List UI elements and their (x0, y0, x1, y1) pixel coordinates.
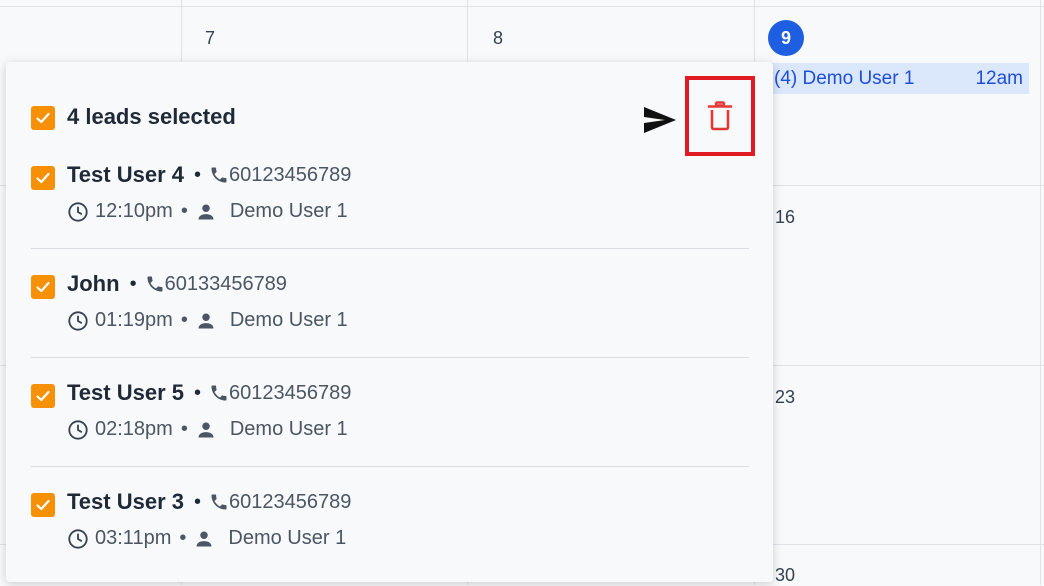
lead-time: 02:18pm (95, 418, 173, 440)
person-icon (198, 313, 214, 328)
grid-line (1040, 0, 1041, 585)
divider (31, 466, 749, 467)
bullet-separator: • (180, 309, 188, 331)
clock-icon (68, 310, 88, 331)
person-icon (198, 422, 214, 437)
lead-owner: Demo User 1 (229, 200, 348, 222)
lead-checkbox[interactable] (31, 275, 55, 299)
send-icon (644, 107, 676, 133)
lead-phone-number: 60133456789 (164, 272, 287, 295)
lead-item[interactable]: Test User 3 • 60123456789 03:11pm • Demo… (6, 477, 773, 586)
lead-phone-number: 60123456789 (229, 490, 352, 513)
day-number-16[interactable]: 16 (775, 207, 795, 228)
check-icon (36, 281, 50, 293)
lead-time: 03:11pm (95, 527, 172, 549)
lead-phone[interactable]: 60123456789 (209, 491, 351, 514)
divider (31, 357, 749, 358)
today-badge[interactable]: 9 (768, 20, 804, 56)
check-icon (36, 499, 50, 511)
phone-icon (211, 385, 227, 401)
clock-icon (68, 419, 88, 440)
phone-icon (147, 276, 163, 292)
person-icon (196, 531, 212, 546)
divider (31, 248, 749, 249)
lead-owner: Demo User 1 (229, 418, 348, 440)
calendar-event[interactable]: (4) Demo User 1 12am (770, 63, 1029, 94)
clock-icon (68, 201, 88, 222)
lead-item[interactable]: John • 60133456789 01:19pm • Demo User 1 (6, 259, 773, 368)
lead-name[interactable]: John (67, 271, 120, 297)
lead-time: 01:19pm (95, 309, 173, 331)
lead-phone-number: 60123456789 (229, 163, 352, 186)
check-icon (36, 172, 50, 184)
bullet-separator: • (193, 490, 201, 513)
day-number-8[interactable]: 8 (493, 28, 503, 49)
lead-checkbox[interactable] (31, 166, 55, 190)
phone-icon (211, 494, 227, 510)
selected-count-label: 4 leads selected (67, 104, 236, 129)
lead-name[interactable]: Test User 5 (67, 380, 184, 406)
day-number-23[interactable]: 23 (775, 387, 795, 408)
lead-phone-number: 60123456789 (229, 381, 352, 404)
lead-owner: Demo User 1 (228, 527, 347, 549)
clock-icon (68, 528, 88, 549)
lead-name[interactable]: Test User 3 (67, 489, 184, 515)
day-number-7[interactable]: 7 (205, 28, 215, 49)
event-label: (4) Demo User 1 (774, 68, 915, 89)
select-all-checkbox[interactable] (31, 106, 55, 130)
day-number-30[interactable]: 30 (775, 565, 795, 586)
bullet-separator: • (180, 200, 188, 222)
lead-name[interactable]: Test User 4 (67, 162, 184, 188)
leads-popover: 4 leads selected Test User 4 • 601234567… (6, 62, 773, 582)
send-button[interactable] (640, 102, 680, 138)
phone-icon (211, 167, 227, 183)
bullet-separator: • (180, 418, 188, 440)
lead-phone[interactable]: 60133456789 (145, 273, 287, 296)
lead-item[interactable]: Test User 5 • 60123456789 02:18pm • Demo… (6, 368, 773, 477)
lead-checkbox[interactable] (31, 493, 55, 517)
bullet-separator: • (179, 527, 187, 549)
person-icon (198, 204, 214, 219)
bullet-separator: • (129, 272, 137, 295)
grid-line (0, 6, 1044, 7)
bullet-separator: • (193, 381, 201, 404)
lead-item[interactable]: Test User 4 • 60123456789 12:10pm • Demo… (6, 150, 773, 259)
event-time: 12am (975, 68, 1023, 89)
lead-time: 12:10pm (95, 200, 173, 222)
lead-owner: Demo User 1 (229, 309, 348, 331)
lead-checkbox[interactable] (31, 384, 55, 408)
lead-phone[interactable]: 60123456789 (209, 164, 351, 187)
bullet-separator: • (193, 163, 201, 186)
check-icon (36, 390, 50, 402)
trash-icon (707, 101, 733, 131)
lead-phone[interactable]: 60123456789 (209, 382, 351, 405)
delete-button[interactable] (685, 76, 755, 156)
check-icon (36, 112, 50, 124)
